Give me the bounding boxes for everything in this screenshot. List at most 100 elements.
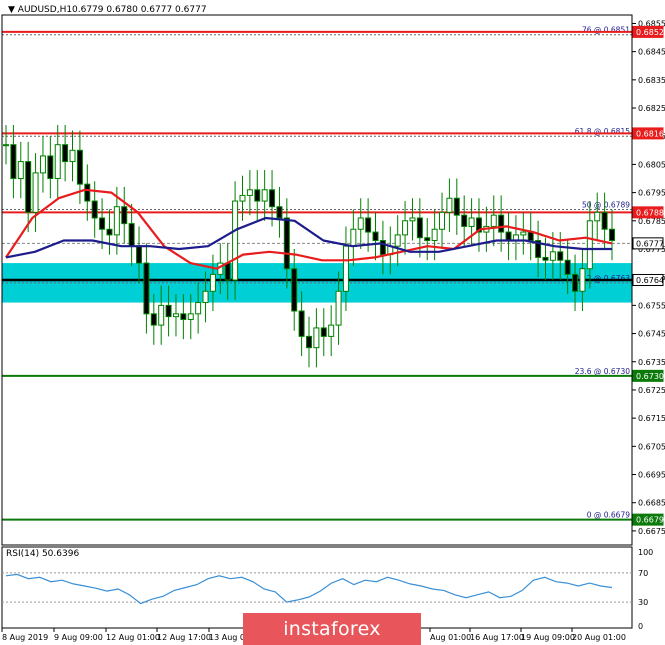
y-tick-label: 0.6685 [638,499,665,508]
candle-body [306,335,312,349]
candle-body [342,245,349,292]
instaforex-watermark: instaforex [243,613,421,645]
candle-body [180,313,187,320]
candle-body [150,313,157,326]
x-tick-label: 16 Aug 17:00 [470,633,524,642]
candle-body [195,302,202,315]
symbol-label: AUDUSD,H1 [18,5,72,15]
chart-canvas: 76 @ 0.685161.8 @ 0.681550 @ 0.678938.2 … [1,5,665,642]
candle-body [498,214,505,233]
frame-layer [1,14,633,629]
candle-body [572,273,579,292]
x-tick-label: 12 Aug 17:00 [157,633,211,642]
fib-label: 0 @ 0.6679 [587,511,631,520]
candle-body [113,206,120,236]
candle-body [549,251,556,261]
candle-body [187,313,194,320]
y-tick-label: 0.6755 [638,301,665,310]
candle-body [586,220,593,270]
candles-layer [3,124,615,368]
support-zone-layer [2,263,632,303]
candle-body [158,304,165,326]
price-tag-label: 0.6777 [636,239,664,248]
candle-body [47,155,54,180]
candle-body [609,228,615,242]
x-tick-label: 20 Aug 01:00 [572,633,626,642]
candle-body [557,251,564,261]
rsi-title: RSI(14) 50.6396 [6,549,79,559]
candle-body [39,155,46,174]
y-tick-label: 0.6695 [638,471,665,480]
candle-body [128,223,135,247]
candle-body [446,197,453,213]
price-tag-label: 0.6764 [636,276,664,285]
candle-body [453,197,460,216]
candle-body [372,231,379,242]
candle-body [54,144,61,180]
y-tick-label: 0.6795 [638,189,665,198]
y-tick-label: 0.6845 [638,48,665,57]
y-tick-label: 0.6745 [638,330,665,339]
candle-body [424,237,431,242]
price-tag-label: 0.6816 [636,129,664,138]
x-tick-label: 12 Aug 01:00 [106,633,160,642]
candle-body [291,268,298,312]
price-tag-label: 0.6679 [636,516,664,525]
candle-body [121,206,128,225]
candle-body [313,327,320,349]
x-tick-label: Aug 01:00 [430,633,471,642]
candle-body [32,172,39,213]
candle-body [239,194,246,202]
candle-body [99,217,106,230]
candle-body [91,200,98,219]
candle-body [254,189,261,202]
candle-body [365,217,372,233]
y-tick-label: 0.6805 [638,160,665,169]
fib-label: 50 @ 0.6789 [582,201,630,210]
fib-label: 23.6 @ 0.6730 [575,367,630,376]
y-tick-label: 0.6835 [638,76,665,85]
candle-body [84,183,91,202]
candle-body [564,259,571,275]
rsi-axis-label: 30 [638,598,648,607]
candle-body [527,231,534,242]
candle-body [439,211,446,230]
y-tick-label: 0.6675 [638,527,665,536]
candle-body [416,217,423,239]
fib-label: 61.8 @ 0.6815 [575,127,630,136]
candle-body [172,313,179,318]
candle-body [106,228,113,236]
fib-label: 76 @ 0.6851 [582,26,630,35]
candle-body [209,273,216,292]
candle-body [10,144,17,180]
ma-slow-line [5,216,612,259]
candle-body [490,214,497,227]
chart-window: 76 @ 0.6851 61.8 @ 0.6815 50 @ 0.6789 38.2 … [0,0,665,645]
y-tick-label: 0.6725 [638,386,665,395]
ohlc-readout: 0.6779 0.6780 0.6777 0.6777 [72,5,207,15]
candle-body [357,217,364,230]
rsi-axis-label: 100 [638,548,653,557]
price-tag-label: 0.6730 [636,372,664,381]
candle-body [136,245,143,264]
candle-body [224,262,231,281]
candle-body [335,290,342,326]
candle-body [601,211,608,230]
candle-body [409,217,416,222]
symbol-title: ▼ AUDUSD,H1 [8,5,72,15]
candle-body [579,268,586,292]
support-zone [2,263,632,303]
candle-body [62,144,69,163]
x-tick-label: 8 Aug 2019 [2,633,48,642]
candle-body [143,262,150,315]
candle-body [283,217,290,270]
rsi-line [5,573,613,605]
candle-body [468,217,475,227]
y-tick-label: 0.6715 [638,414,665,423]
x-tick-label: 9 Aug 09:00 [54,633,103,642]
candle-body [505,231,512,242]
price-tag-label: 0.6788 [636,208,664,217]
candle-body [542,256,549,261]
candle-body [3,144,9,147]
rsi-axis-label: 70 [638,569,648,578]
